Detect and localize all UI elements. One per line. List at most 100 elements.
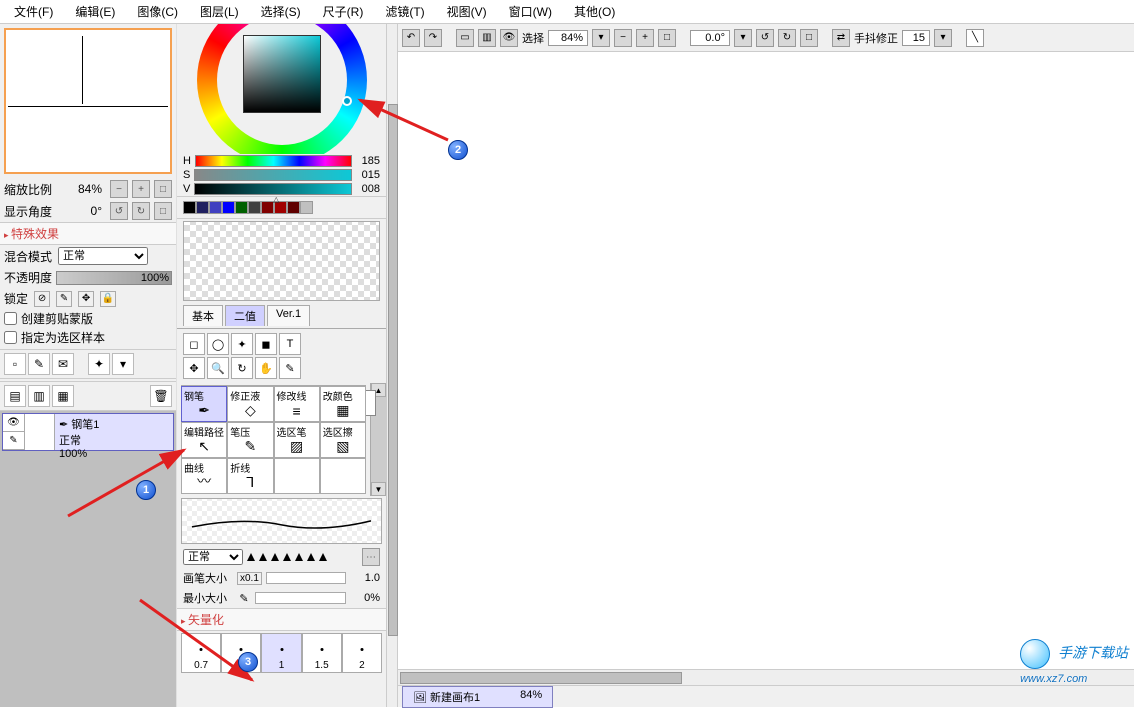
swatch[interactable] xyxy=(248,201,261,214)
canvas-zoom-field[interactable]: 84% xyxy=(548,30,588,46)
menu-select[interactable]: 选择(S) xyxy=(251,0,311,23)
flip-icon[interactable]: ⇄ xyxy=(832,29,850,47)
zoom-out-button[interactable]: − xyxy=(110,180,128,198)
swatch[interactable] xyxy=(209,201,222,214)
brush-size-slider[interactable] xyxy=(266,572,346,584)
menu-file[interactable]: 文件(F) xyxy=(4,0,63,23)
rot-cw-icon[interactable]: ↻ xyxy=(778,29,796,47)
eyedrop-icon[interactable]: ✎ xyxy=(279,357,301,379)
merge-button[interactable]: ▤ xyxy=(4,385,26,407)
scratchpad[interactable] xyxy=(183,221,380,301)
panel-scrollbar[interactable] xyxy=(386,24,398,707)
hand-icon[interactable]: ✋ xyxy=(255,357,277,379)
sat-slider[interactable] xyxy=(194,169,352,181)
swatch[interactable] xyxy=(287,201,300,214)
move-icon[interactable]: ✥ xyxy=(183,357,205,379)
delete-layer-button[interactable]: 🗑 xyxy=(150,385,172,407)
tab-binary[interactable]: 二值 xyxy=(225,305,265,326)
lasso-icon[interactable]: ◯ xyxy=(207,333,229,355)
swatch[interactable] xyxy=(300,201,313,214)
lock-none-icon[interactable]: ⊘ xyxy=(34,291,50,307)
swatch[interactable] xyxy=(261,201,274,214)
stab-dropdown-icon[interactable]: ▾ xyxy=(934,29,952,47)
brush-钢笔[interactable]: 钢笔✒ xyxy=(181,386,227,422)
text-icon[interactable]: T xyxy=(279,333,301,355)
swatch[interactable] xyxy=(235,201,248,214)
undo-icon[interactable]: ↶ xyxy=(402,29,420,47)
lock-all-icon[interactable]: 🔒 xyxy=(100,291,116,307)
swatch[interactable] xyxy=(196,201,209,214)
layer-item[interactable]: 👁✎ 钢笔1 正常 100% xyxy=(2,413,174,451)
brush-blend-select[interactable]: 正常 xyxy=(183,549,243,565)
tab-basic[interactable]: 基本 xyxy=(183,305,223,326)
val-slider[interactable] xyxy=(194,183,352,195)
rotate-cw-button[interactable]: ↻ xyxy=(132,202,150,220)
opacity-slider[interactable]: 100% xyxy=(56,271,172,285)
rot-reset-icon[interactable]: □ xyxy=(800,29,818,47)
menu-ruler[interactable]: 尺子(R) xyxy=(313,0,374,23)
document-tab[interactable]: 🖼 新建画布1 84% xyxy=(402,686,553,708)
invert-icon[interactable]: ▥ xyxy=(478,29,496,47)
swatch[interactable] xyxy=(222,201,235,214)
rotate-icon[interactable]: ↻ xyxy=(231,357,253,379)
canvas[interactable] xyxy=(400,54,1132,667)
min-size-slider[interactable] xyxy=(255,592,346,604)
vline-0.7[interactable]: 0.7 xyxy=(181,633,221,673)
brush-改颜色[interactable]: 改颜色▦ xyxy=(320,386,366,422)
new-linework-button[interactable]: ✎ xyxy=(28,353,50,375)
show-sel-icon[interactable]: 👁 xyxy=(500,29,518,47)
navigator-thumbnail[interactable] xyxy=(4,28,172,174)
selection-source-checkbox[interactable]: 指定为选区样本 xyxy=(0,328,176,347)
brush-settings-button[interactable]: ⋯ xyxy=(362,548,380,566)
brush-选区笔[interactable]: 选区笔▨ xyxy=(274,422,320,458)
wand-icon[interactable]: ✦ xyxy=(231,333,253,355)
line-tool-icon[interactable]: ╲ xyxy=(966,29,984,47)
vline-1.5[interactable]: 1.5 xyxy=(302,633,342,673)
menu-other[interactable]: 其他(O) xyxy=(564,0,625,23)
rotate-ccw-button[interactable]: ↺ xyxy=(110,202,128,220)
zoom-fit-icon[interactable]: □ xyxy=(658,29,676,47)
lock-move-icon[interactable]: ✥ xyxy=(78,291,94,307)
brush-编辑路径[interactable]: 编辑路径↖ xyxy=(181,422,227,458)
blend-mode-select[interactable]: 正常 xyxy=(58,247,148,265)
tab-ver1[interactable]: Ver.1 xyxy=(267,305,310,326)
rot-dropdown-icon[interactable]: ▾ xyxy=(734,29,752,47)
fx-section-header[interactable]: 特殊效果 xyxy=(0,222,176,245)
texture-dots[interactable] xyxy=(247,553,358,561)
clip-checkbox[interactable]: 创建剪贴蒙版 xyxy=(0,309,176,328)
redo-icon[interactable]: ↷ xyxy=(424,29,442,47)
vline-1[interactable]: 1 xyxy=(261,633,301,673)
stabilizer-field[interactable]: 15 xyxy=(902,30,930,46)
menu-edit[interactable]: 编辑(E) xyxy=(65,0,125,23)
transfer-down-button[interactable]: ▾ xyxy=(112,353,134,375)
vline-0.8[interactable]: 0.8 xyxy=(221,633,261,673)
angle-reset-button[interactable]: □ xyxy=(154,202,172,220)
brush-选区擦[interactable]: 选区擦▧ xyxy=(320,422,366,458)
clear-button[interactable]: ▥ xyxy=(28,385,50,407)
zoom-out-icon[interactable]: − xyxy=(614,29,632,47)
vline-2[interactable]: 2 xyxy=(342,633,382,673)
hue-slider[interactable] xyxy=(195,155,352,167)
flatten-button[interactable]: ▦ xyxy=(52,385,74,407)
zoom-reset-button[interactable]: □ xyxy=(154,180,172,198)
menu-filter[interactable]: 滤镜(T) xyxy=(375,0,434,23)
menu-view[interactable]: 视图(V) xyxy=(437,0,497,23)
vector-section-header[interactable]: 矢量化 xyxy=(177,608,386,631)
menu-layer[interactable]: 图层(L) xyxy=(190,0,249,23)
menu-window[interactable]: 窗口(W) xyxy=(499,0,562,23)
zoom-in-icon[interactable]: + xyxy=(636,29,654,47)
scroll-down-icon[interactable]: ▼ xyxy=(371,482,386,496)
zoom-dropdown-icon[interactable]: ▾ xyxy=(592,29,610,47)
size-step[interactable]: x0.1 xyxy=(237,572,262,585)
marquee-icon[interactable]: ◻ xyxy=(183,333,205,355)
lock-paint-icon[interactable]: ✎ xyxy=(56,291,72,307)
brush-empty[interactable] xyxy=(320,458,366,494)
new-folder-button[interactable]: ✉ xyxy=(52,353,74,375)
brush-曲线[interactable]: 曲线〰 xyxy=(181,458,227,494)
zoom-icon[interactable]: 🔍 xyxy=(207,357,229,379)
new-layer-button[interactable]: ▫ xyxy=(4,353,26,375)
canvas-rot-field[interactable]: 0.0° xyxy=(690,30,730,46)
brush-折线[interactable]: 折线⅂ xyxy=(227,458,273,494)
desel-icon[interactable]: ▭ xyxy=(456,29,474,47)
fx-button[interactable]: ✦ xyxy=(88,353,110,375)
